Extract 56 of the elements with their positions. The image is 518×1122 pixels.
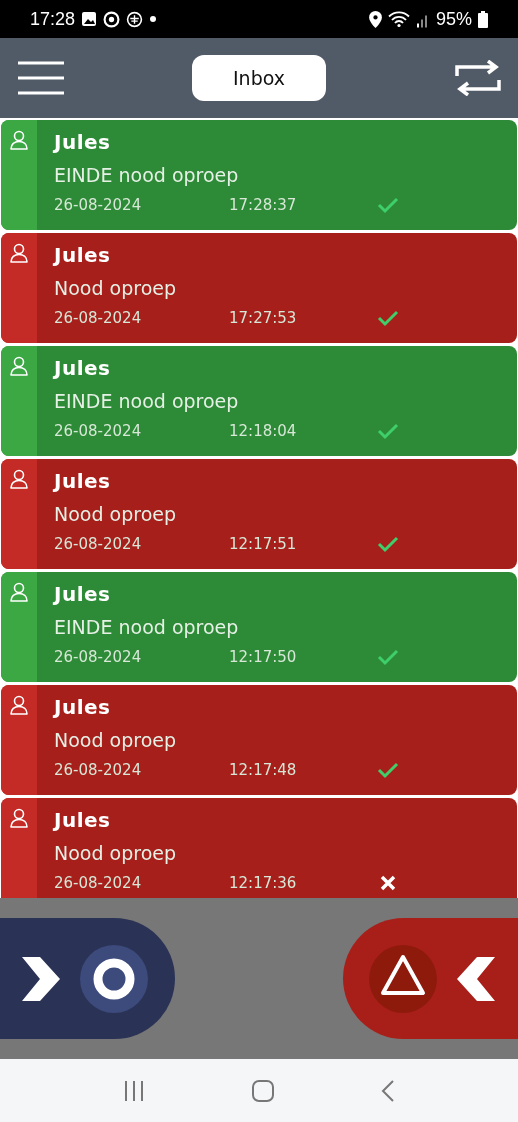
person-icon <box>9 808 29 828</box>
person-icon <box>9 582 29 602</box>
gallery-icon <box>81 11 98 27</box>
message-time: 17:28:37 <box>229 196 298 214</box>
status-time: 17:28 <box>30 8 76 30</box>
person-icon <box>9 469 29 489</box>
message-time: 12:17:36 <box>229 874 298 892</box>
message-date: 26-08-2024 <box>54 309 143 327</box>
person-icon <box>9 356 29 376</box>
message-card[interactable]: Jules EINDE nood oproep 26-08-2024 17:28:37 <box>1 120 517 230</box>
message-text: EINDE nood oproep <box>54 390 240 414</box>
recent-apps-icon[interactable] <box>123 1079 146 1102</box>
message-date: 26-08-2024 <box>54 196 143 214</box>
message-card[interactable]: Jules Nood oproep 26-08-2024 12:17:48 <box>1 685 517 795</box>
message-card[interactable]: Jules EINDE nood oproep 26-08-2024 12:18:04 <box>1 346 517 456</box>
message-time: 12:17:50 <box>229 648 298 666</box>
inbox-title[interactable]: Inbox <box>192 55 326 101</box>
message-date: 26-08-2024 <box>54 648 143 666</box>
message-time: 12:18:04 <box>229 422 298 440</box>
message-card[interactable]: Jules Nood oproep 26-08-2024 12:17:36 <box>1 798 517 898</box>
person-icon <box>9 243 29 263</box>
repeat-icon[interactable] <box>454 60 502 96</box>
wifi-icon <box>387 10 410 28</box>
location-icon <box>368 10 382 28</box>
sender-name: Jules <box>54 356 112 382</box>
dot-icon <box>149 15 158 23</box>
message-time: 12:17:48 <box>229 761 298 779</box>
battery-icon <box>478 10 488 28</box>
message-text: EINDE nood oproep <box>54 164 240 188</box>
message-date: 26-08-2024 <box>54 535 143 553</box>
message-text: Nood oproep <box>54 277 177 301</box>
message-card[interactable]: Jules Nood oproep 26-08-2024 12:17:51 <box>1 459 517 569</box>
message-text: Nood oproep <box>54 729 177 753</box>
sender-name: Jules <box>54 130 112 156</box>
message-date: 26-08-2024 <box>54 761 143 779</box>
sender-name: Jules <box>54 808 112 834</box>
sender-name: Jules <box>54 695 112 721</box>
menu-icon[interactable] <box>18 61 64 95</box>
back-icon[interactable] <box>380 1079 395 1102</box>
data-saver-icon <box>126 10 144 28</box>
battery-percentage: 95% <box>435 8 472 30</box>
sender-name: Jules <box>54 469 112 495</box>
message-card[interactable]: Jules EINDE nood oproep 26-08-2024 12:17:50 <box>1 572 517 682</box>
message-time: 17:27:53 <box>229 309 298 327</box>
person-icon <box>9 695 29 715</box>
home-icon[interactable] <box>252 1079 274 1102</box>
person-icon <box>9 130 29 150</box>
message-text: Nood oproep <box>54 503 177 527</box>
sender-name: Jules <box>54 243 112 269</box>
message-date: 26-08-2024 <box>54 874 143 892</box>
message-time: 12:17:51 <box>229 535 298 553</box>
message-text: EINDE nood oproep <box>54 616 240 640</box>
message-text: Nood oproep <box>54 842 177 866</box>
message-date: 26-08-2024 <box>54 422 143 440</box>
sender-name: Jules <box>54 582 112 608</box>
message-card[interactable]: Jules Nood oproep 26-08-2024 17:27:53 <box>1 233 517 343</box>
